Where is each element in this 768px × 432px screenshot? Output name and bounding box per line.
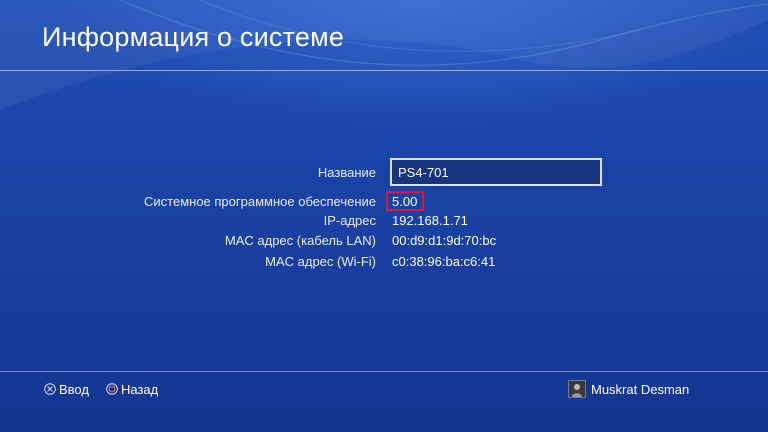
system-info-screen: Информация о системе Название PS4-701 Си… [0, 0, 768, 432]
user-profile: Muskrat Desman [568, 379, 689, 399]
info-row-mac-lan: MAC адрес (кабель LAN) 00:d9:d1:9d:70:bc [0, 231, 768, 251]
back-hint-label: Назад [121, 381, 159, 397]
name-label: Название [317, 165, 376, 180]
device-name-field[interactable]: PS4-701 [390, 158, 602, 186]
info-row-mac-wifi: MAC адрес (Wi-Fi) c0:38:96:ba:c6:41 [0, 252, 768, 272]
info-row-name: Название [0, 163, 768, 183]
footer-divider [0, 371, 768, 372]
user-name: Muskrat Desman [591, 381, 690, 397]
ip-address-value: 192.168.1.71 [392, 213, 468, 228]
version-highlight-box [386, 191, 424, 211]
ip-address-label: IP-адрес [323, 213, 376, 228]
mac-lan-label: MAC адрес (кабель LAN) [224, 233, 376, 248]
title-divider [0, 70, 768, 71]
enter-hint-label: Ввод [59, 381, 89, 397]
info-row-system-software: Системное программное обеспечение 5.00 [0, 192, 768, 212]
cross-button-icon [44, 383, 56, 395]
circle-button-icon [106, 383, 118, 395]
avatar [568, 380, 586, 398]
system-software-label: Системное программное обеспечение [144, 194, 376, 209]
enter-hint[interactable]: Ввод [44, 380, 89, 398]
page-title: Информация о системе [42, 22, 345, 52]
mac-wifi-label: MAC адрес (Wi-Fi) [265, 254, 376, 269]
mac-lan-value: 00:d9:d1:9d:70:bc [392, 233, 497, 248]
info-row-ip-address: IP-адрес 192.168.1.71 [0, 211, 768, 231]
device-name-value: PS4-701 [398, 165, 449, 180]
user-avatar-icon [569, 381, 585, 397]
mac-wifi-value: c0:38:96:ba:c6:41 [392, 254, 496, 269]
back-hint[interactable]: Назад [106, 380, 158, 398]
